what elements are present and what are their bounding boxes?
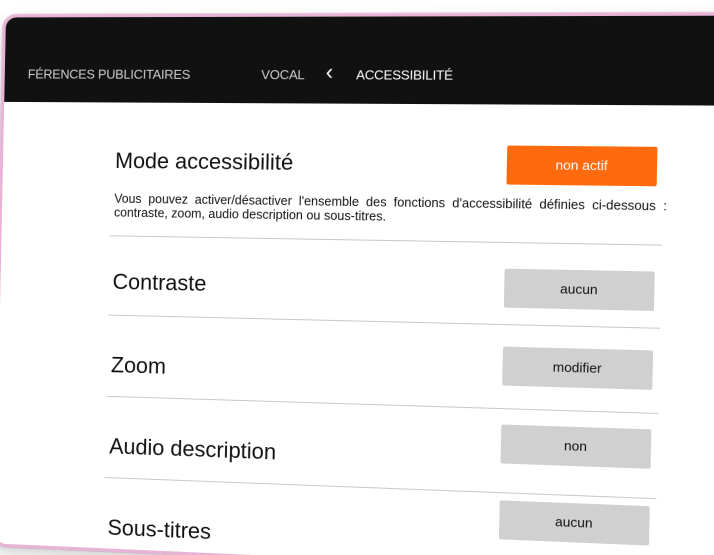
accessibility-mode-title: Mode accessibilité bbox=[114, 148, 294, 175]
subtitles-button[interactable]: aucun bbox=[498, 500, 650, 546]
audio-description-label: Audio description bbox=[108, 433, 277, 465]
divider bbox=[104, 476, 657, 500]
divider bbox=[109, 235, 662, 246]
contrast-button[interactable]: aucun bbox=[503, 268, 655, 311]
divider bbox=[106, 395, 659, 414]
zoom-modify-button[interactable]: modifier bbox=[502, 346, 654, 390]
nav-item-preferences-publicitaires[interactable]: FÉRENCES PUBLICITAIRES bbox=[28, 67, 191, 82]
zoom-label: Zoom bbox=[110, 352, 167, 379]
top-navigation-bar: FÉRENCES PUBLICITAIRES VOCAL ‹ ACCESSIBI… bbox=[4, 15, 714, 106]
subtitles-label: Sous-titres bbox=[107, 514, 212, 545]
nav-item-accessibilite: ACCESSIBILITÉ bbox=[355, 67, 454, 83]
contrast-label: Contraste bbox=[112, 269, 207, 296]
divider bbox=[108, 314, 661, 329]
stage: FÉRENCES PUBLICITAIRES VOCAL ‹ ACCESSIBI… bbox=[0, 0, 714, 555]
accessibility-mode-description: Vous pouvez activer/désactiver l'ensembl… bbox=[113, 191, 668, 224]
back-chevron-icon[interactable]: ‹ bbox=[325, 59, 333, 84]
nav-item-vocal[interactable]: VOCAL bbox=[261, 67, 305, 82]
tablet-screen: FÉRENCES PUBLICITAIRES VOCAL ‹ ACCESSIBI… bbox=[0, 12, 714, 555]
accessibility-mode-toggle-button[interactable]: non actif bbox=[506, 145, 658, 187]
audio-description-button[interactable]: non bbox=[500, 424, 652, 469]
